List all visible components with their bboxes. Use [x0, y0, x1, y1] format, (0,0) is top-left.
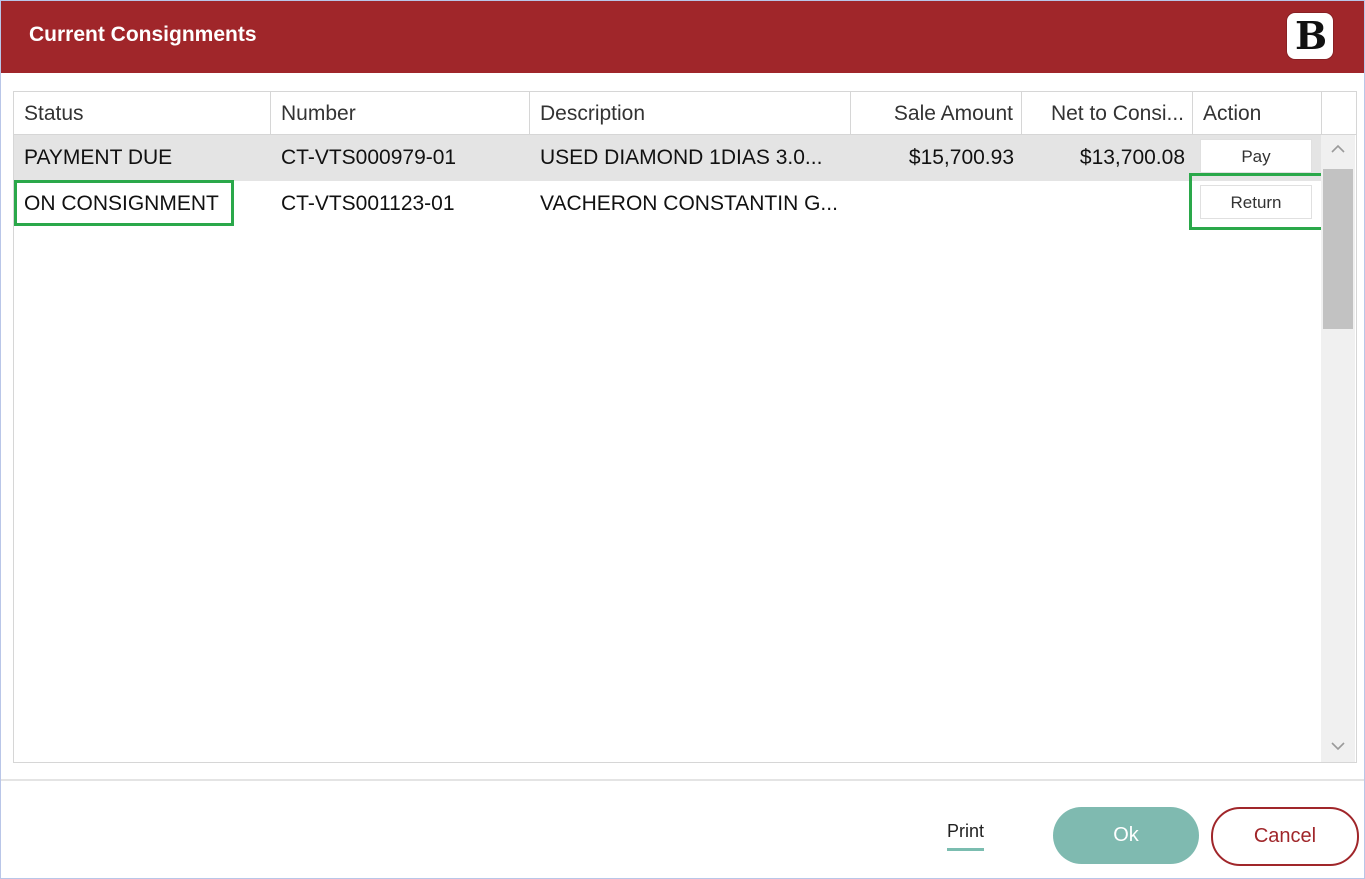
cell-status: PAYMENT DUE: [24, 146, 173, 169]
ok-button[interactable]: Ok: [1053, 807, 1199, 864]
cell-number: CT-VTS001123-01: [281, 192, 455, 215]
cell-status: ON CONSIGNMENT: [24, 192, 219, 215]
cell-net-to-consignor: $13,700.08: [1079, 146, 1185, 169]
consignments-dialog: Current Consignments B Status Number Des…: [0, 0, 1365, 879]
cell-description: USED DIAMOND 1DIAS 3.0...: [540, 146, 823, 169]
cell-description: VACHERON CONSTANTIN G...: [540, 192, 838, 215]
chevron-up-icon[interactable]: [1321, 135, 1355, 165]
logo-letter: B: [1294, 13, 1327, 58]
pay-button[interactable]: Pay: [1200, 139, 1312, 173]
return-button[interactable]: Return: [1200, 185, 1312, 219]
title-bar: Current Consignments B: [1, 1, 1364, 73]
consignments-table: Status Number Description Sale Amount Ne…: [13, 91, 1357, 763]
brand-logo: B: [1287, 13, 1333, 59]
cell-net-to-consignor: [1022, 181, 1193, 227]
column-header-net-to-consignor[interactable]: Net to Consi...: [1022, 92, 1193, 134]
column-header-status[interactable]: Status: [14, 92, 271, 134]
column-header-spacer: [1322, 92, 1356, 134]
table-header: Status Number Description Sale Amount Ne…: [14, 92, 1356, 135]
scrollbar-thumb[interactable]: [1323, 169, 1353, 329]
print-link[interactable]: Print: [947, 821, 985, 851]
column-header-sale-amount[interactable]: Sale Amount: [851, 92, 1022, 134]
column-header-action[interactable]: Action: [1193, 92, 1322, 134]
cell-sale-amount: [851, 181, 1022, 227]
vertical-scrollbar[interactable]: [1321, 135, 1355, 762]
chevron-down-icon[interactable]: [1321, 732, 1355, 762]
dialog-title: Current Consignments: [29, 23, 257, 46]
table-row[interactable]: ON CONSIGNMENT CT-VTS001123-01 VACHERON …: [14, 181, 1321, 227]
cell-number: CT-VTS000979-01: [281, 146, 457, 169]
cell-sale-amount: $15,700.93: [908, 146, 1014, 169]
column-header-description[interactable]: Description: [530, 92, 851, 134]
column-header-number[interactable]: Number: [271, 92, 530, 134]
footer-divider: [1, 779, 1364, 781]
table-row[interactable]: PAYMENT DUE CT-VTS000979-01 USED DIAMOND…: [14, 135, 1321, 181]
cancel-button[interactable]: Cancel: [1211, 807, 1359, 866]
